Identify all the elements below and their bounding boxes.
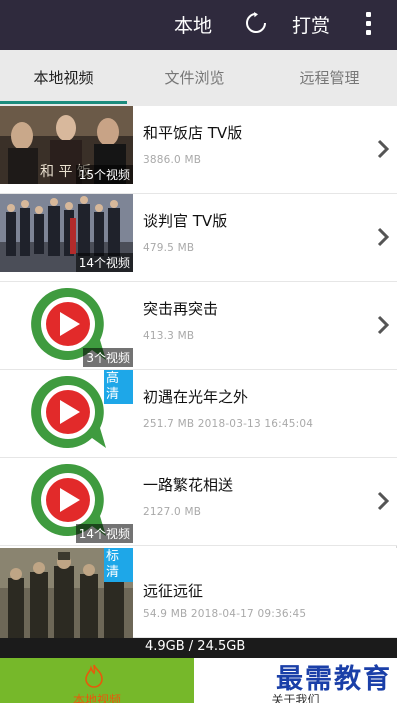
watermark-logo: 最需教育 [276, 664, 392, 695]
chevron-right-icon[interactable] [376, 138, 390, 160]
video-thumbnail: 14个视频 [0, 458, 133, 543]
video-meta: 3886.0 MB [143, 154, 202, 166]
video-list-item[interactable]: 和 平 饭 15个视频 和平饭店 TV版 3886.0 MB [0, 106, 397, 194]
reward-button[interactable]: 打赏 [292, 11, 330, 38]
video-thumbnail: 14个视频 [0, 194, 133, 272]
quality-badge: 标清 [104, 548, 133, 582]
storage-usage-text: 4.9GB / 24.5GB [145, 639, 246, 654]
video-list-item[interactable]: 3个视频 突击再突击 413.3 MB [0, 282, 397, 370]
storage-usage-bar: 4.9GB / 24.5GB [0, 638, 397, 658]
video-meta: 54.9 MB 2018-04-17 09:36:45 [143, 608, 307, 620]
more-vert-icon[interactable] [360, 11, 376, 37]
tab-file-browse[interactable]: 文件浏览 [127, 50, 262, 106]
video-title: 一路繁花相送 [143, 476, 234, 494]
video-meta: 251.7 MB 2018-03-13 16:45:04 [143, 418, 314, 430]
chevron-right-icon[interactable] [376, 314, 390, 336]
video-meta: 479.5 MB [143, 242, 195, 254]
tab-remote-manage[interactable]: 远程管理 [262, 50, 397, 106]
app-frame: 本地 打赏 本地视频 文件浏览 远程管理 和 平 饭 15个视频 和平饭店 TV… [0, 0, 397, 703]
video-count-badge: 3个视频 [83, 348, 133, 367]
video-thumbnail: 3个视频 [0, 282, 133, 367]
video-title: 远征远征 [143, 582, 204, 600]
local-button[interactable]: 本地 [174, 11, 212, 38]
video-thumbnail: 和 平 饭 15个视频 [0, 106, 133, 184]
video-count-badge: 14个视频 [75, 253, 133, 272]
refresh-icon[interactable] [244, 11, 268, 35]
quality-badge: 高清 [104, 370, 133, 404]
video-title: 谈判官 TV版 [143, 212, 228, 230]
video-meta: 413.3 MB [143, 330, 195, 342]
chevron-right-icon[interactable] [376, 226, 390, 248]
video-title: 和平饭店 TV版 [143, 124, 243, 142]
chevron-right-icon[interactable] [376, 490, 390, 512]
video-title: 初遇在光年之外 [143, 388, 249, 406]
video-count-badge: 14个视频 [75, 524, 133, 543]
video-list-item[interactable]: 14个视频 谈判官 TV版 479.5 MB [0, 194, 397, 282]
video-list-item[interactable]: 14个视频 一路繁花相送 2127.0 MB [0, 458, 397, 546]
tab-bar: 本地视频 文件浏览 远程管理 [0, 50, 397, 106]
video-list-item[interactable]: 高清 初遇在光年之外 251.7 MB 2018-03-13 16:45:04 [0, 370, 397, 458]
video-list-item[interactable]: 标清 远征远征 54.9 MB 2018-04-17 09:36:45 [0, 548, 397, 638]
video-count-badge: 15个视频 [75, 165, 133, 184]
bottom-nav-local-videos[interactable]: 本地视频 [0, 658, 194, 703]
video-title: 突击再突击 [143, 300, 219, 318]
bottom-nav-local-label: 本地视频 [72, 693, 121, 703]
tab-indicator [0, 101, 127, 104]
video-meta: 2127.0 MB [143, 506, 202, 518]
video-thumbnail: 标清 [0, 548, 133, 638]
tab-local-videos[interactable]: 本地视频 [0, 50, 127, 106]
video-thumbnail: 高清 [0, 370, 133, 455]
flame-icon [85, 664, 103, 688]
top-app-bar: 本地 打赏 [0, 0, 397, 50]
